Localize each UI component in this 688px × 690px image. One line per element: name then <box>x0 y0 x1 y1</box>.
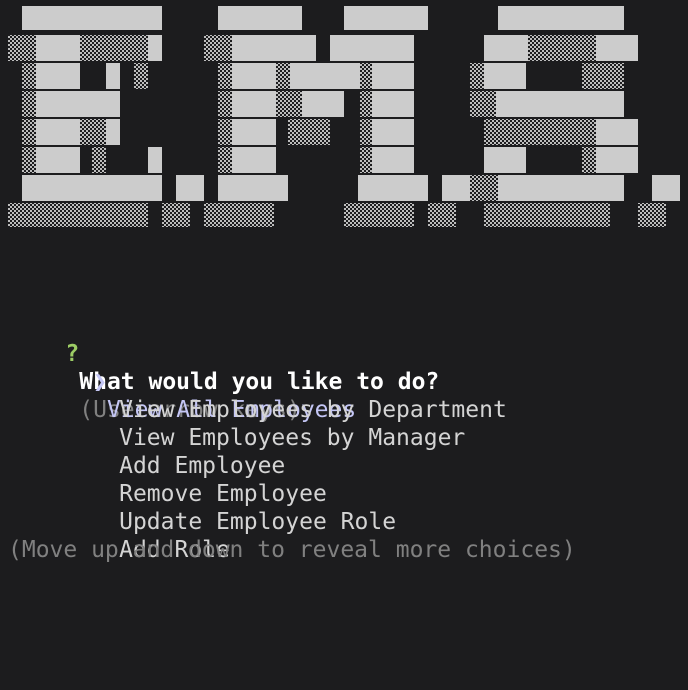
banner-dot-2 <box>428 175 470 227</box>
terminal-window: ? What would you like to do? (Use arrow … <box>0 0 688 690</box>
ascii-banner-ems <box>8 6 680 227</box>
banner-top-row <box>22 6 624 30</box>
choice-item-view-employees-by-department[interactable]: View Employees by Department <box>36 368 507 423</box>
choice-item-view-all-employees[interactable]: ❯ View All Employees <box>10 340 356 423</box>
choice-item-update-employee-role[interactable]: Update Employee Role <box>36 480 396 535</box>
choice-item-remove-employee[interactable]: Remove Employee <box>36 452 327 507</box>
choice-item-add-role[interactable]: Add Role <box>36 508 230 563</box>
choice-item-add-employee[interactable]: Add Employee <box>36 424 285 479</box>
banner-letter-e <box>8 35 162 227</box>
prompt-footer-hint: (Move up and down to reveal more choices… <box>8 537 576 563</box>
banner-letter-m <box>204 35 428 227</box>
choice-item-view-employees-by-manager[interactable]: View Employees by Manager <box>36 396 465 451</box>
prompt-question-line: ? What would you like to do? (Use arrow … <box>10 312 439 423</box>
banner-dot-1 <box>162 175 204 227</box>
banner-letter-s <box>470 35 638 227</box>
banner-dot-3 <box>638 175 680 227</box>
